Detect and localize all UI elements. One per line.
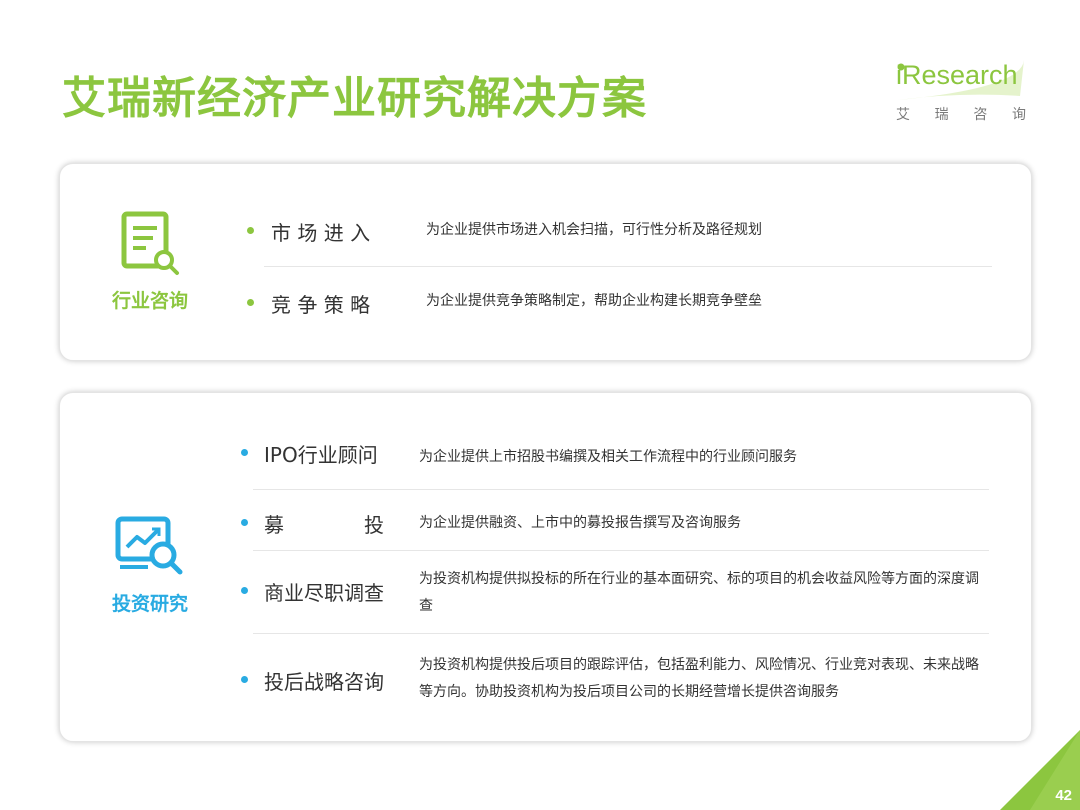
separator <box>253 633 989 634</box>
category-industry-consulting: 行业咨询 <box>90 210 210 313</box>
logo-sub-char: 询 <box>1011 107 1026 123</box>
logo-sub-char: 艾 <box>896 107 910 123</box>
separator <box>253 489 989 490</box>
logo-subtitle: 艾 瑞 咨 询 <box>896 104 1026 124</box>
item-desc: 为企业提供上市招股书编撰及相关工作流程中的行业顾问服务 <box>419 449 797 465</box>
investment-research-card: 投资研究 IPO行业顾问 为企业提供上市招股书编撰及相关工作流程中的行业顾问服务… <box>59 392 1032 742</box>
item-name: 竞 争 策 略 <box>271 293 371 317</box>
item-desc: 为企业提供市场进入机会扫描，可行性分析及路径规划 <box>426 222 762 238</box>
iresearch-logo: iResearch 艾 瑞 咨 询 <box>890 58 1030 128</box>
item-name: IPO行业顾问 <box>264 443 378 467</box>
item-desc: 为投资机构提供拟投标的所在行业的基本面研究、标的项目的机会收益风险等方面的深度调… <box>419 571 979 614</box>
item-name: 投后战略咨询 <box>264 670 384 694</box>
item-name: 商业尽职调查 <box>264 581 384 605</box>
bullet-icon <box>241 676 248 683</box>
item-desc: 为企业提供竞争策略制定，帮助企业构建长期竞争壁垒 <box>426 293 762 309</box>
item-desc: 为企业提供融资、上市中的募投报告撰写及咨询服务 <box>419 515 741 531</box>
document-search-icon <box>121 211 179 275</box>
separator <box>253 550 989 551</box>
bullet-icon <box>247 227 254 234</box>
page-title: 艾瑞新经济产业研究解决方案 <box>62 73 647 124</box>
item-name-left: 募 <box>264 513 284 537</box>
bullet-icon <box>247 299 254 306</box>
logo-sub-char: 咨 <box>973 107 988 123</box>
logo-brand: iResearch <box>896 60 1018 90</box>
logo-sub-char: 瑞 <box>934 107 949 123</box>
bullet-icon <box>241 519 248 526</box>
chart-search-icon <box>115 516 183 575</box>
category-investment-research: 投资研究 <box>90 513 210 616</box>
bullet-icon <box>241 449 248 456</box>
separator <box>264 266 992 267</box>
item-name: 市 场 进 入 <box>271 221 371 245</box>
industry-consulting-card: 行业咨询 市 场 进 入 为企业提供市场进入机会扫描，可行性分析及路径规划 竞 … <box>59 163 1032 361</box>
page-number: 42 <box>1055 787 1072 804</box>
bullet-icon <box>241 587 248 594</box>
item-name-right: 投 <box>364 513 384 537</box>
category-label: 投资研究 <box>111 593 188 615</box>
item-desc: 为投资机构提供投后项目的跟踪评估，包括盈利能力、风险情况、行业竞对表现、未来战略… <box>419 657 979 700</box>
category-label: 行业咨询 <box>111 290 188 312</box>
